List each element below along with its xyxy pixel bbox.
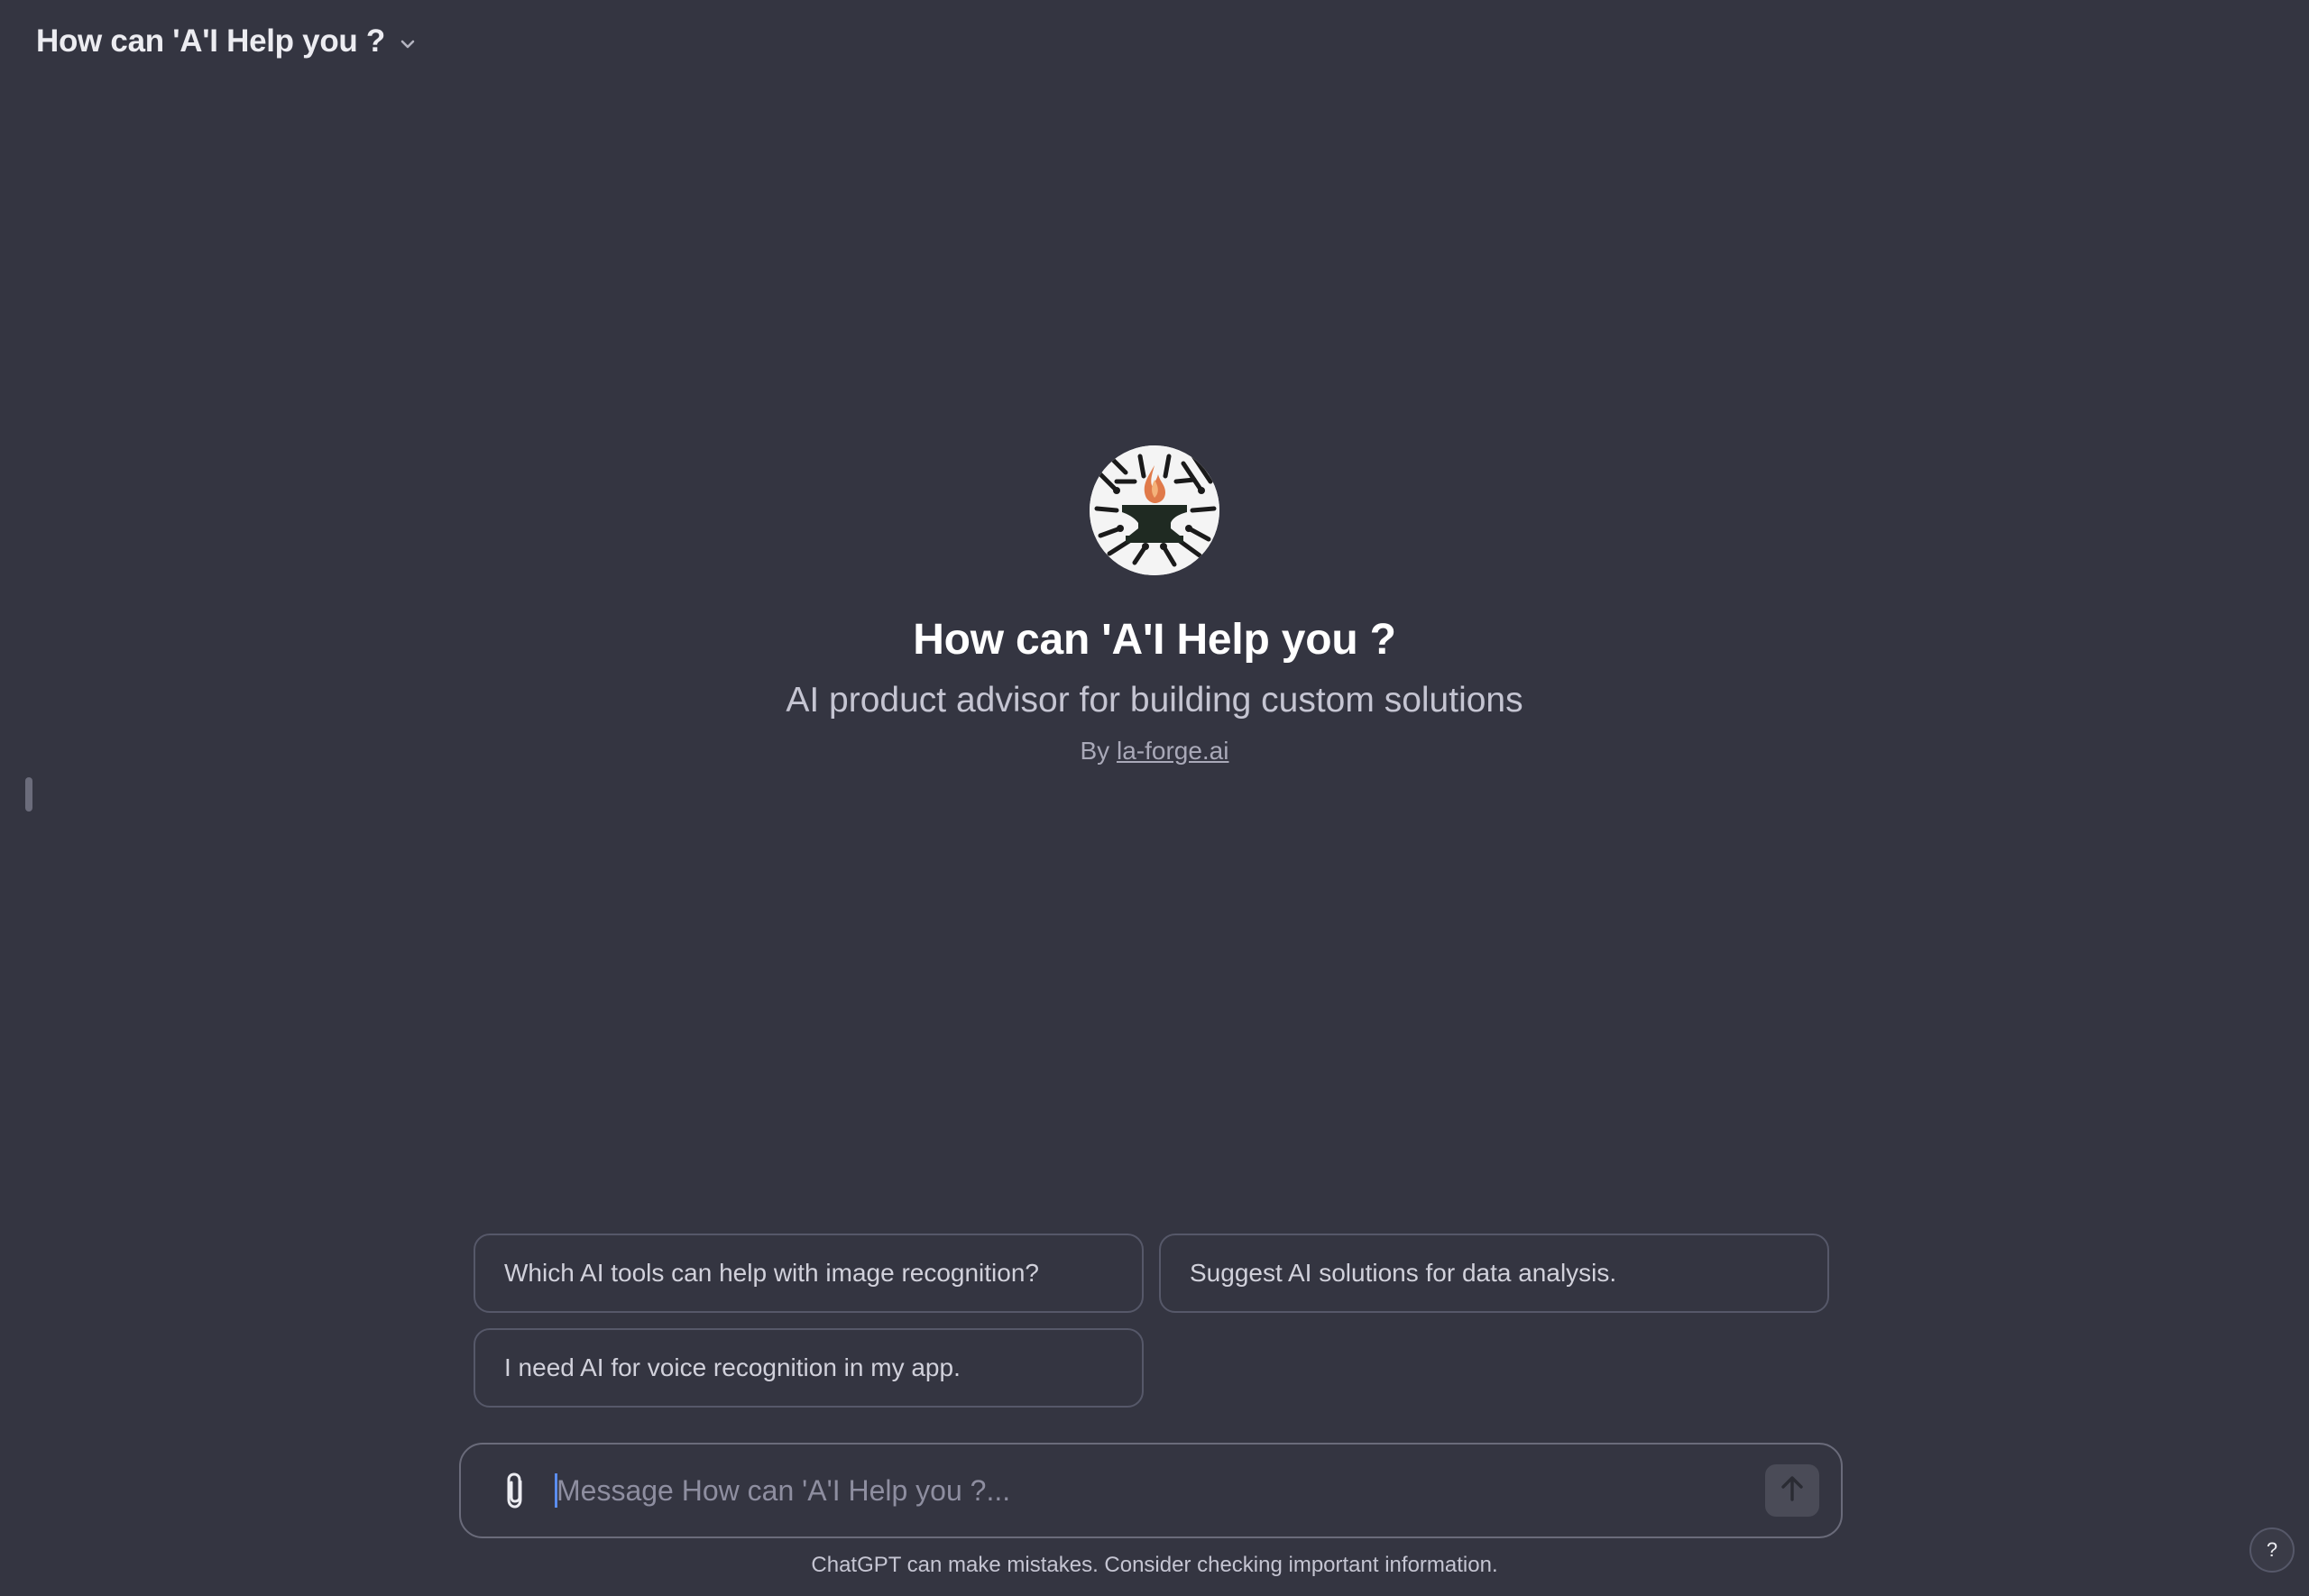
arrow-up-icon (1780, 1475, 1805, 1507)
gpt-description: AI product advisor for building custom s… (786, 681, 1523, 720)
gpt-name: How can 'A'I Help you ? (913, 616, 1396, 664)
gpt-title-dropdown[interactable]: How can 'A'I Help you ? (36, 23, 418, 60)
message-input[interactable] (555, 1472, 1747, 1509)
gpt-intro: How can 'A'I Help you ? AI product advis… (0, 445, 2309, 766)
starter-button-voice-recognition[interactable]: I need AI for voice recognition in my ap… (474, 1328, 1144, 1408)
send-button[interactable] (1765, 1464, 1819, 1517)
gpt-author-line: By la-forge.ai (1081, 737, 1229, 766)
sidebar-toggle-handle[interactable] (25, 777, 32, 812)
starter-button-data-analysis[interactable]: Suggest AI solutions for data analysis. (1159, 1234, 1829, 1313)
message-input-wrapper (555, 1468, 1747, 1513)
author-link[interactable]: la-forge.ai (1117, 737, 1229, 765)
chevron-down-icon (398, 34, 418, 54)
help-button[interactable]: ? (2249, 1527, 2295, 1573)
conversation-starters: Which AI tools can help with image recog… (474, 1234, 1829, 1408)
message-composer (459, 1443, 1843, 1538)
starter-button-image-recognition[interactable]: Which AI tools can help with image recog… (474, 1234, 1144, 1313)
gpt-avatar (1090, 445, 1219, 575)
text-caret (555, 1473, 557, 1508)
author-prefix: By (1080, 737, 1110, 765)
gpt-title: How can 'A'I Help you ? (36, 23, 386, 59)
paperclip-icon[interactable] (495, 1468, 535, 1513)
disclaimer-text: ChatGPT can make mistakes. Consider chec… (811, 1553, 1498, 1577)
